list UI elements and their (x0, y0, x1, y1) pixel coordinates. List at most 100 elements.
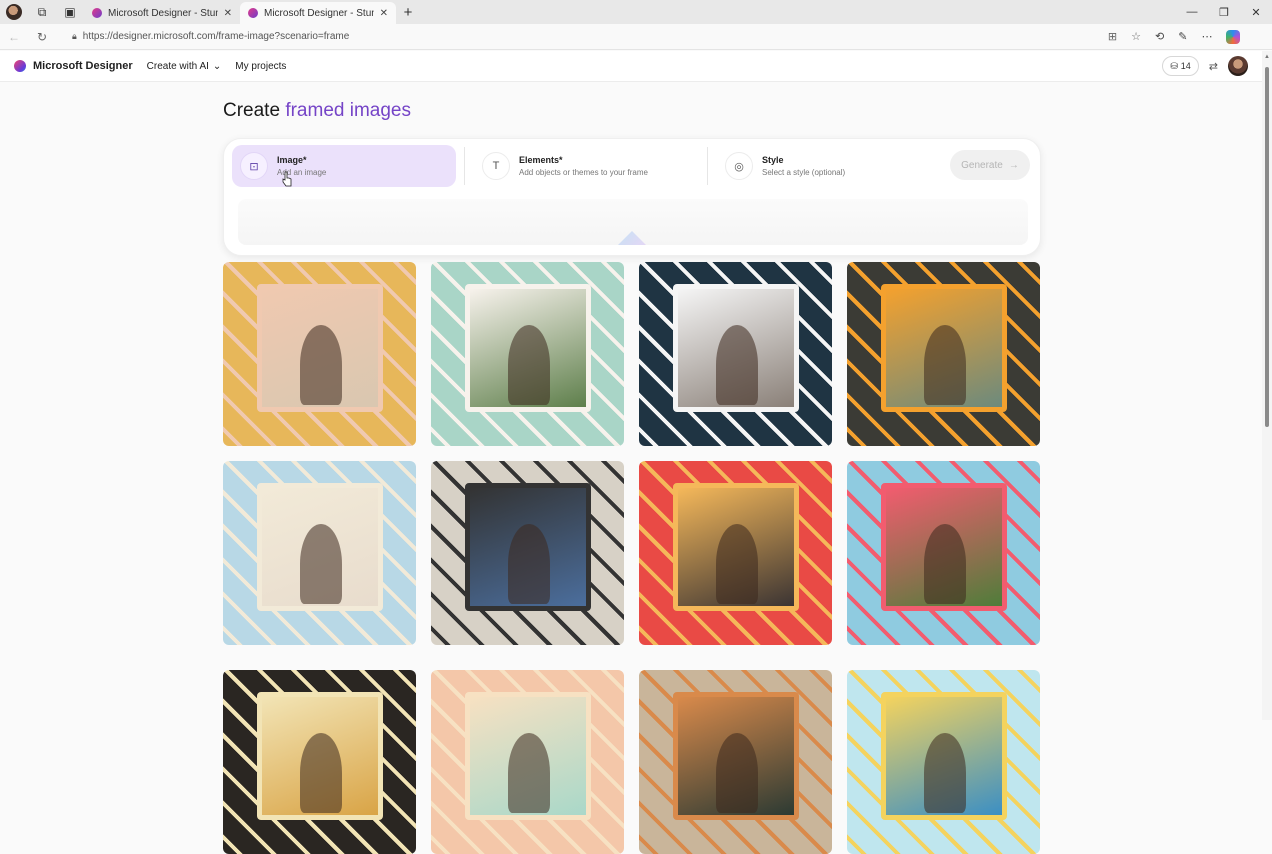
framed-photo (673, 284, 799, 412)
gallery-card-floral-frame-man-laptop[interactable] (223, 262, 416, 446)
create-with-ai-label: Create with AI (146, 60, 209, 72)
elements-step-title: Elements* (519, 155, 563, 165)
gallery-card-paper-flower-frame-wedding[interactable] (431, 262, 624, 446)
gallery-card-venice-frame-woman[interactable] (223, 461, 416, 645)
url-text: https://designer.microsoft.com/frame-ima… (82, 31, 350, 42)
workspaces-icon[interactable]: ⧉ (28, 0, 56, 24)
scroll-thumb[interactable] (1265, 67, 1269, 427)
gallery-card-tools-frame-child-drawing[interactable] (639, 262, 832, 446)
framed-photo (257, 692, 383, 820)
prompt-panel: ⊡ Image* Add an image T Elements* Add ob… (223, 138, 1041, 256)
step-divider (464, 147, 465, 185)
framed-photo (673, 692, 799, 820)
create-with-ai-menu[interactable]: Create with AI ⌄ (147, 61, 222, 72)
photo-subject (508, 524, 550, 604)
close-tab-icon[interactable]: ✕ (224, 8, 232, 19)
page-title-prefix: Create (223, 100, 281, 121)
brand-name: Microsoft Designer (33, 60, 133, 72)
gallery-card-pastel-shapes-frame[interactable] (431, 670, 624, 854)
url-field[interactable]: 🔒︎ https://designer.microsoft.com/frame-… (64, 27, 1149, 47)
hand-cursor-icon (282, 171, 292, 187)
photo-subject (924, 325, 966, 405)
framed-photo (673, 483, 799, 611)
brand[interactable]: Microsoft Designer (14, 60, 133, 72)
page-scrollbar[interactable]: ▲ (1262, 51, 1272, 720)
close-window-icon[interactable]: ✕ (1240, 6, 1272, 19)
image-step-title: Image* (277, 155, 307, 165)
gallery-card-colorful-blocks-frame-portrait[interactable] (639, 461, 832, 645)
lock-icon[interactable]: 🔒︎ (72, 31, 77, 42)
designer-favicon-icon (248, 8, 258, 18)
photo-subject (924, 733, 966, 813)
framed-photo (257, 284, 383, 412)
scroll-up-icon[interactable]: ▲ (1262, 54, 1272, 60)
browser-tab-strip: ⧉ ▣ Microsoft Designer - Stunning de ✕ M… (0, 0, 1272, 24)
gallery-card-music-frame[interactable] (223, 670, 416, 854)
photo-subject (924, 524, 966, 604)
elements-icon: T (482, 152, 510, 180)
photo-subject (716, 325, 758, 405)
photo-subject (508, 733, 550, 813)
generate-button[interactable]: Generate → (950, 150, 1030, 180)
gallery-card-graduation-frame[interactable] (847, 670, 1040, 854)
app-available-icon[interactable]: ⊞ (1108, 30, 1117, 43)
elements-step[interactable]: T Elements* Add objects or themes to you… (474, 145, 704, 187)
step-divider (707, 147, 708, 185)
image-icon: ⊡ (240, 152, 268, 180)
extensions-icon[interactable]: ✎ (1178, 30, 1187, 43)
style-step[interactable]: ◎ Style Select a style (optional) (717, 145, 937, 187)
gallery-card-party-frame-boy[interactable] (847, 461, 1040, 645)
framed-photo (465, 483, 591, 611)
address-bar: ← ↻ 🔒︎ https://designer.microsoft.com/fr… (0, 24, 1272, 50)
profile-avatar-icon[interactable] (0, 0, 28, 24)
style-step-subtitle: Select a style (optional) (762, 168, 846, 177)
image-step[interactable]: ⊡ Image* Add an image (232, 145, 456, 187)
framed-photo (881, 284, 1007, 412)
boost-credits-badge[interactable]: ⛁ 14 (1162, 56, 1199, 76)
credits-count: 14 (1180, 61, 1191, 71)
photo-subject (300, 733, 342, 813)
minimize-icon[interactable]: — (1176, 6, 1208, 19)
tab-actions-icon[interactable]: ▣ (56, 0, 84, 24)
back-icon[interactable]: ← (0, 30, 28, 44)
new-tab-button[interactable]: + (396, 0, 420, 24)
designer-favicon-icon (92, 8, 102, 18)
framed-photo (881, 483, 1007, 611)
generate-label: Generate (961, 159, 1003, 171)
framed-photo (881, 692, 1007, 820)
page-title-accent: framed images (285, 100, 411, 121)
photo-subject (300, 524, 342, 604)
style-step-title: Style (762, 155, 784, 165)
style-icon: ◎ (725, 152, 753, 180)
gallery-card-tech-frame-sewing-man[interactable] (431, 461, 624, 645)
gallery-card-leaves-frame[interactable] (639, 670, 832, 854)
browser-tab-1[interactable]: Microsoft Designer - Stunning de ✕ (84, 2, 240, 24)
elements-step-subtitle: Add objects or themes to your frame (519, 168, 648, 177)
framed-photo (465, 284, 591, 412)
framed-photo (257, 483, 383, 611)
refresh-icon[interactable]: ↻ (28, 30, 56, 44)
more-options-icon[interactable]: ⋯ (1201, 30, 1212, 43)
tab-title: Microsoft Designer - Stunning de (108, 7, 218, 19)
browser-tab-2[interactable]: Microsoft Designer - Stunning de ✕ (240, 2, 396, 24)
favorite-star-icon[interactable]: ☆ (1131, 30, 1141, 43)
my-projects-link[interactable]: My projects (235, 61, 286, 72)
page-title: Create framed images (223, 100, 411, 122)
share-icon[interactable]: ⇄ (1209, 60, 1218, 73)
photo-subject (716, 733, 758, 813)
my-projects-label: My projects (235, 60, 287, 72)
photo-subject (716, 524, 758, 604)
framed-photo (465, 692, 591, 820)
user-avatar[interactable] (1228, 56, 1248, 76)
photo-subject (508, 325, 550, 405)
restore-icon[interactable]: ❐ (1208, 6, 1240, 19)
tab-title: Microsoft Designer - Stunning de (264, 7, 374, 19)
photo-subject (300, 325, 342, 405)
window-controls: — ❐ ✕ (1176, 6, 1272, 19)
history-icon[interactable]: ⟲ (1155, 30, 1164, 43)
credits-icon: ⛁ (1170, 60, 1178, 71)
copilot-icon[interactable] (1226, 29, 1241, 44)
close-tab-icon[interactable]: ✕ (380, 8, 388, 19)
gallery-card-vegetable-frame-dinner[interactable] (847, 262, 1040, 446)
arrow-right-icon: → (1008, 159, 1019, 171)
